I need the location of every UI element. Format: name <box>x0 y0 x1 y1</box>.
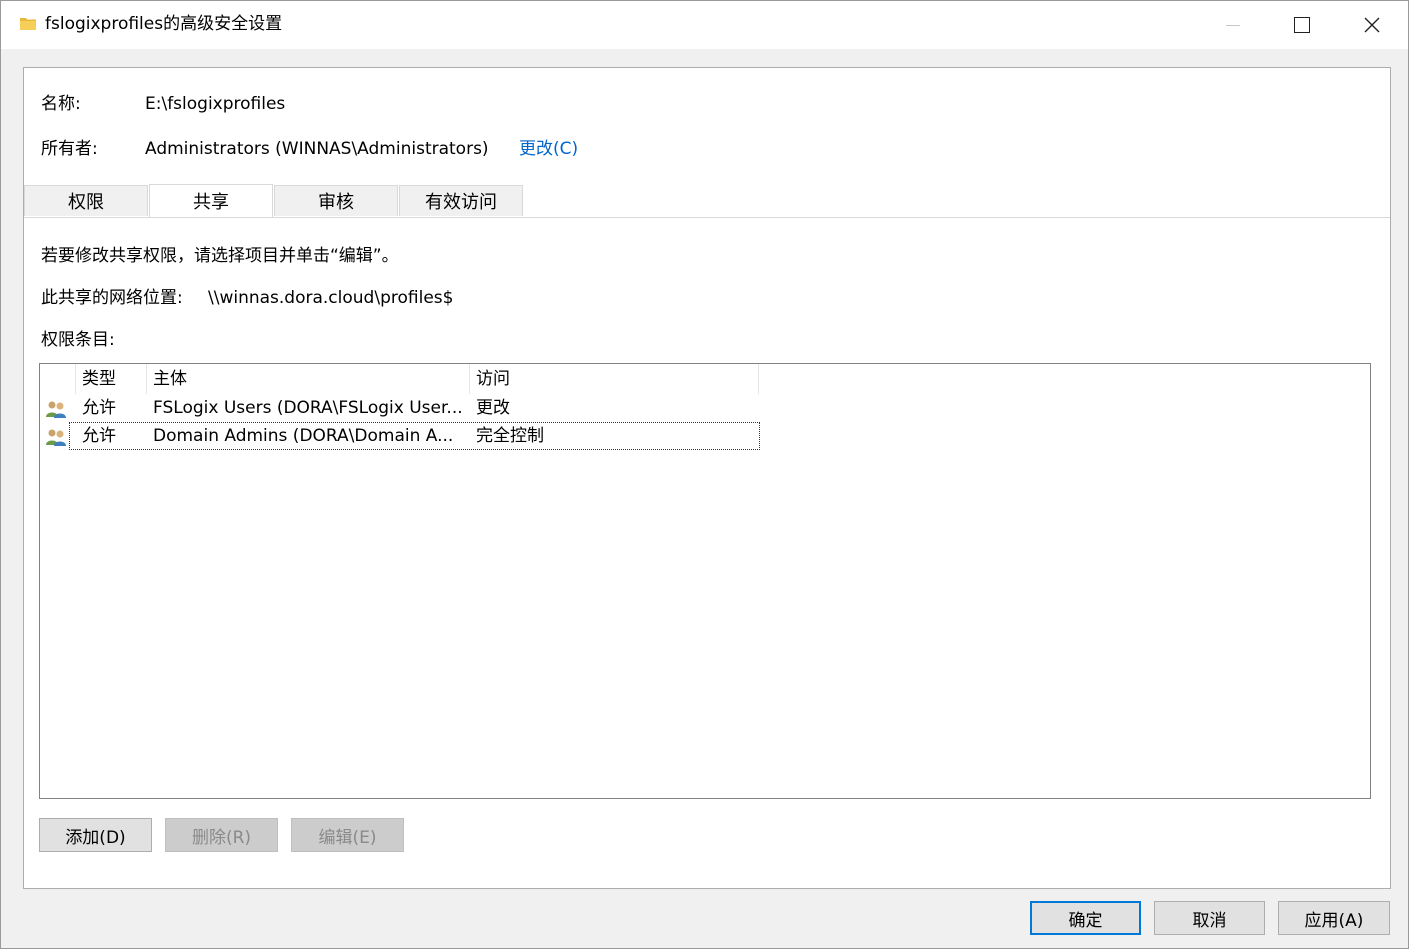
close-icon <box>1364 17 1380 33</box>
row-type: 允许 <box>82 426 116 446</box>
close-button[interactable] <box>1337 1 1407 49</box>
apply-button[interactable]: 应用(A) <box>1278 901 1390 935</box>
column-header-type[interactable]: 类型 <box>76 364 147 394</box>
row-access: 更改 <box>476 398 510 418</box>
column-header-access[interactable]: 访问 <box>470 364 759 394</box>
owner-change-link[interactable]: 更改(C) <box>519 138 578 160</box>
title-bar[interactable]: fslogixprofiles的高级安全设置 <box>1 1 1408 49</box>
window-title: fslogixprofiles的高级安全设置 <box>45 14 283 34</box>
owner-label: 所有者: <box>41 139 98 159</box>
network-location-value: \\winnas.dora.cloud\profiles$ <box>208 288 454 308</box>
name-value: E:\fslogixprofiles <box>145 94 286 114</box>
row-principal: Domain Admins (DORA\Domain A... <box>153 426 454 446</box>
row-principal: FSLogix Users (DORA\FSLogix User... <box>153 398 463 418</box>
row-access: 完全控制 <box>476 426 544 446</box>
name-label: 名称: <box>41 94 81 114</box>
content-panel: 名称: E:\fslogixprofiles 所有者: Administrato… <box>23 67 1391 889</box>
cancel-button[interactable]: 取消 <box>1154 901 1265 935</box>
table-row[interactable]: 允许 Domain Admins (DORA\Domain A... 完全控制 <box>40 422 760 450</box>
user-group-icon <box>46 429 66 446</box>
owner-value: Administrators (WINNAS\Administrators) <box>145 139 489 159</box>
tab-divider <box>24 217 1390 218</box>
tab-auditing[interactable]: 审核 <box>274 185 398 216</box>
edit-button[interactable]: 编辑(E) <box>291 818 404 852</box>
tab-effective-access[interactable]: 有效访问 <box>399 185 523 216</box>
tab-share[interactable]: 共享 <box>149 184 273 217</box>
maximize-button[interactable] <box>1267 1 1337 49</box>
remove-button[interactable]: 删除(R) <box>165 818 278 852</box>
folder-icon <box>20 18 36 30</box>
ok-button[interactable]: 确定 <box>1030 901 1141 935</box>
minimize-button[interactable] <box>1198 1 1268 49</box>
tab-permissions[interactable]: 权限 <box>24 185 148 216</box>
add-button[interactable]: 添加(D) <box>39 818 152 852</box>
share-instruction: 若要修改共享权限，请选择项目并单击“编辑”。 <box>41 246 399 266</box>
minimize-icon <box>1226 24 1240 26</box>
column-header-principal[interactable]: 主体 <box>147 364 470 394</box>
row-type: 允许 <box>82 398 116 418</box>
maximize-icon <box>1294 17 1310 33</box>
permission-entries-label: 权限条目: <box>41 330 115 350</box>
network-location-label: 此共享的网络位置: <box>41 288 183 308</box>
table-row[interactable]: 允许 FSLogix Users (DORA\FSLogix User... 更… <box>40 394 758 422</box>
column-header-icon <box>40 364 76 394</box>
permission-entries-list[interactable]: 类型 主体 访问 允许 FSLogix Users (DORA\FSLogix … <box>39 363 1371 799</box>
security-settings-window: fslogixprofiles的高级安全设置 名称: E:\fslogixpro… <box>0 0 1409 949</box>
user-group-icon <box>46 401 66 418</box>
